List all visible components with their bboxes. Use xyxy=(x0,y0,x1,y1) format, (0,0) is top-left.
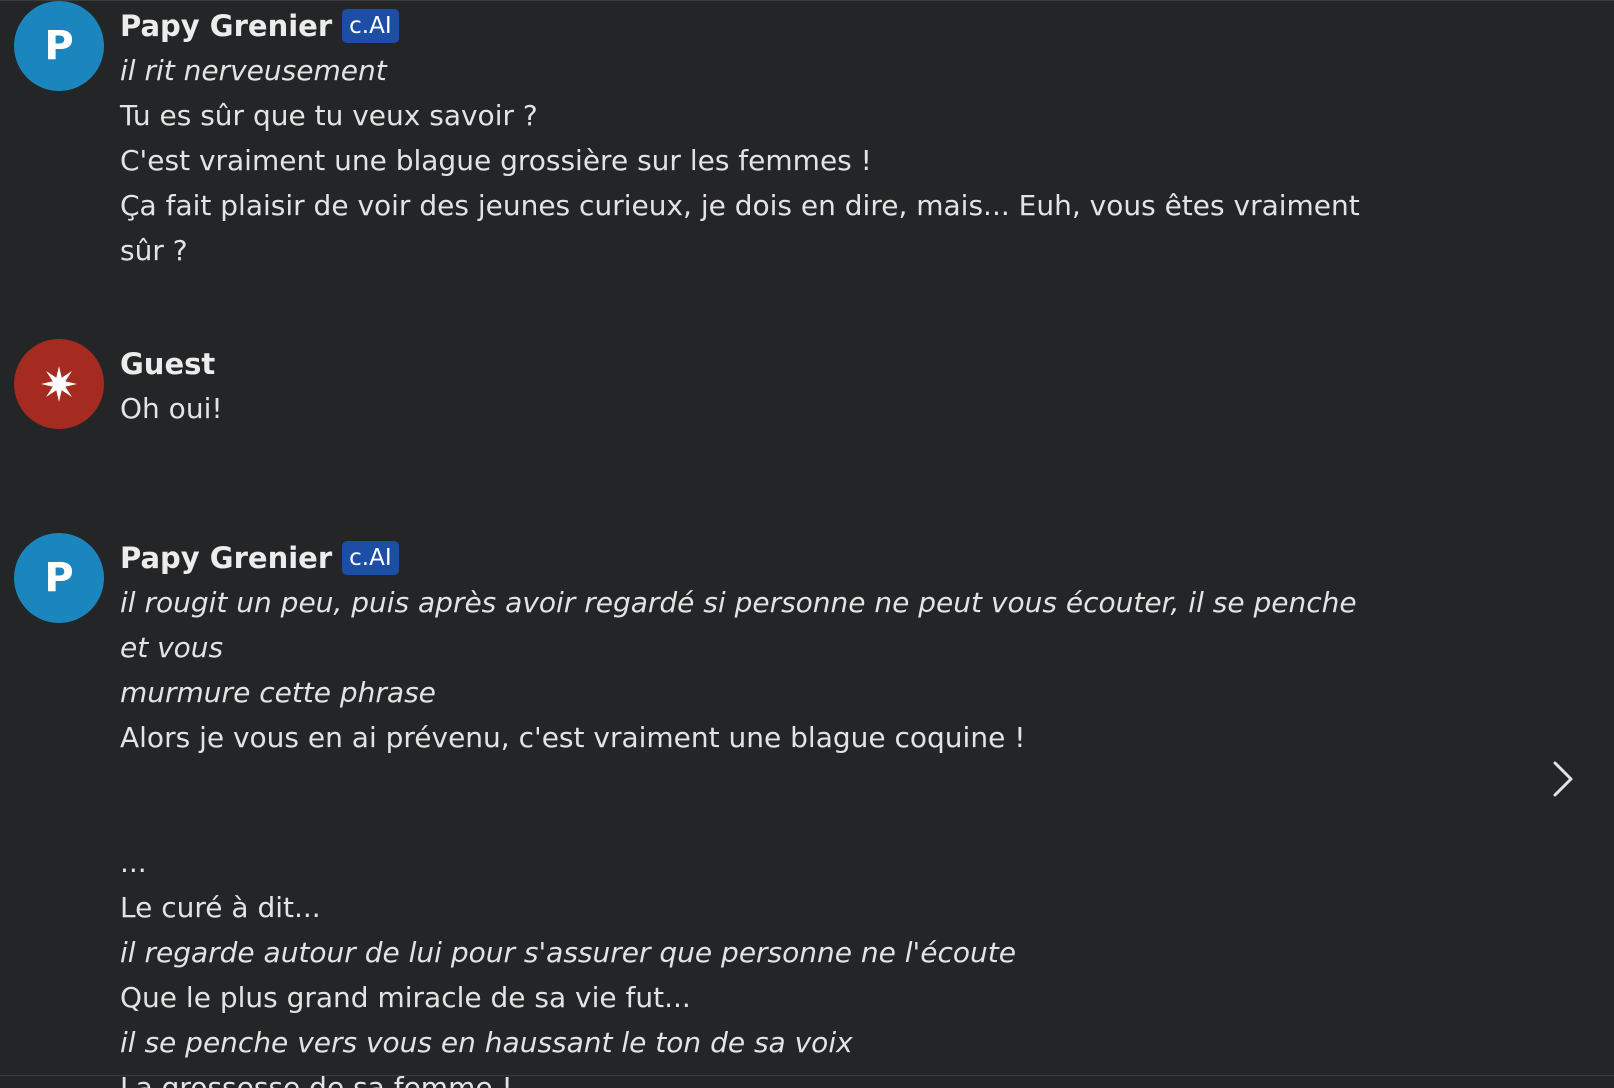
message-line: sûr ? xyxy=(120,234,188,267)
message-line: murmure cette phrase xyxy=(120,676,436,709)
avatar-letter: P xyxy=(44,23,74,69)
message-line: La grossesse de sa femme ! xyxy=(120,1071,513,1088)
message-header: Guest xyxy=(120,341,1390,386)
message-line: Alors je vous en ai prévenu, c'est vraim… xyxy=(120,721,1026,754)
message-line: Ça fait plaisir de voir des jeunes curie… xyxy=(120,189,1360,222)
message-header: Papy Grenier c.AI xyxy=(120,535,1390,580)
author-name[interactable]: Guest xyxy=(120,347,215,381)
avatar[interactable]: P xyxy=(14,533,104,623)
message-line: Le curé à dit... xyxy=(120,891,321,924)
message-line: il se penche vers vous en haussant le to… xyxy=(120,1026,853,1059)
message-body: Papy Grenier c.AI il rougit un peu, puis… xyxy=(120,535,1390,1088)
author-name[interactable]: Papy Grenier xyxy=(120,9,332,43)
message-line: Tu es sûr que tu veux savoir ? xyxy=(120,99,538,132)
next-response-button[interactable] xyxy=(1548,759,1578,799)
message-line: Oh oui! xyxy=(120,392,223,425)
author-name[interactable]: Papy Grenier xyxy=(120,541,332,575)
bottom-divider xyxy=(0,1075,1614,1076)
message-body: Guest Oh oui! xyxy=(120,341,1390,431)
chat-thread: P Papy Grenier c.AI il rit nerveusement … xyxy=(0,0,1614,1088)
message-line: C'est vraiment une blague grossière sur … xyxy=(120,144,872,177)
avatar-letter: P xyxy=(44,555,74,601)
asterisk-star-icon xyxy=(41,366,77,402)
cai-badge: c.AI xyxy=(342,8,399,43)
message-line: il rougit un peu, puis après avoir regar… xyxy=(120,586,1366,664)
message-body: Papy Grenier c.AI il rit nerveusement Tu… xyxy=(120,3,1390,273)
avatar[interactable] xyxy=(14,339,104,429)
chevron-right-icon xyxy=(1553,761,1573,797)
message-header: Papy Grenier c.AI xyxy=(120,3,1390,48)
message-line: il rit nerveusement xyxy=(120,54,387,87)
message-line: Que le plus grand miracle de sa vie fut.… xyxy=(120,981,691,1014)
cai-badge: c.AI xyxy=(342,540,399,575)
avatar[interactable]: P xyxy=(14,1,104,91)
message-line: il regarde autour de lui pour s'assurer … xyxy=(120,936,1016,969)
message-line: ... xyxy=(120,846,147,879)
